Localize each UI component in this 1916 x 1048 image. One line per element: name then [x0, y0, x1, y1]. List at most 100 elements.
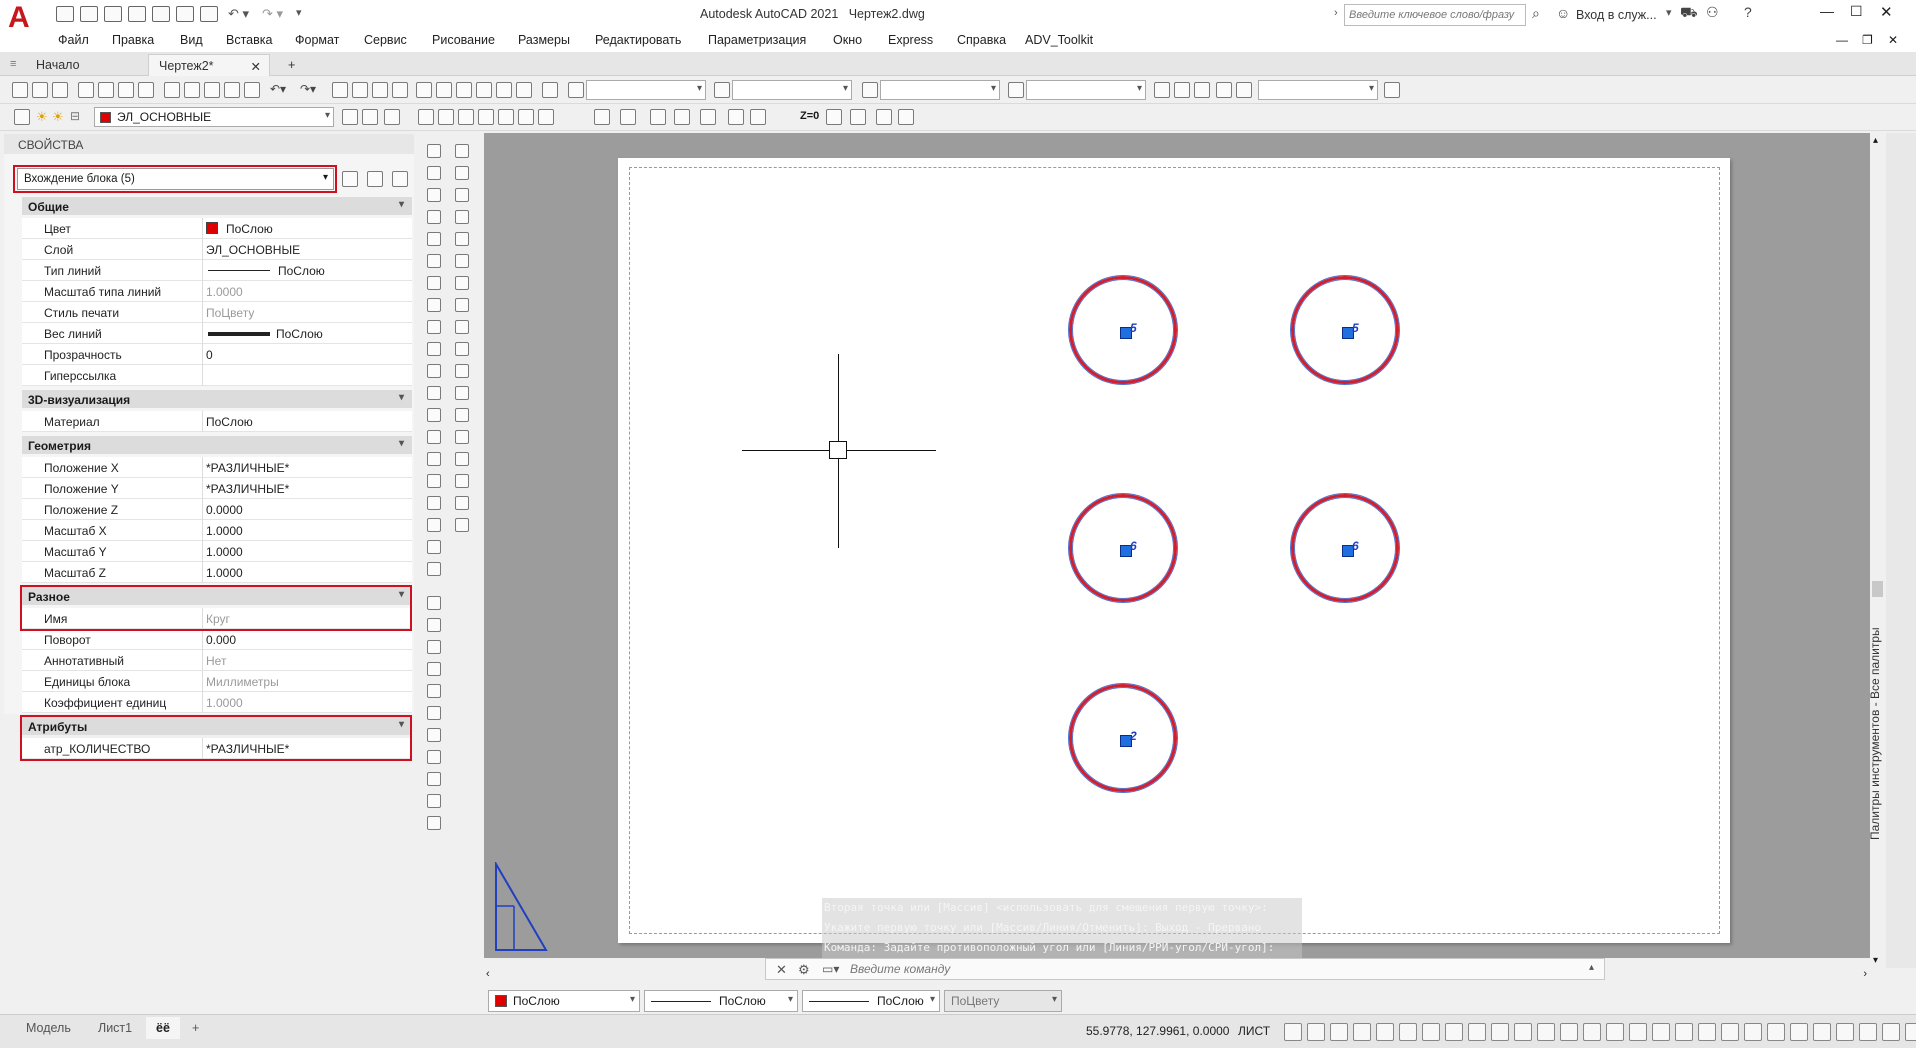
- modify-tool-8-icon[interactable]: [455, 298, 469, 312]
- draw-tool-10-icon[interactable]: [427, 342, 441, 356]
- scroll-up-icon[interactable]: ▴: [1873, 135, 1878, 146]
- dim-arc-icon[interactable]: [458, 109, 474, 125]
- section-geometry[interactable]: Геометрия ▾: [22, 436, 412, 454]
- property-value[interactable]: ПоСлою: [278, 264, 325, 278]
- tool-palettes-label[interactable]: Палитры инструментов - Все палитры: [1868, 627, 1882, 840]
- make-current-icon[interactable]: [342, 109, 358, 125]
- cart-icon[interactable]: ⛟: [1680, 4, 1698, 23]
- modify-tool-12-icon[interactable]: [455, 386, 469, 400]
- color-select[interactable]: ПоСлою: [488, 990, 640, 1012]
- block-attr-icon[interactable]: [850, 109, 866, 125]
- menu-edit[interactable]: Правка: [112, 33, 154, 47]
- infer-icon[interactable]: [1330, 1023, 1348, 1041]
- block-editor-icon[interactable]: [244, 82, 260, 98]
- modify-tool-5-icon[interactable]: [455, 232, 469, 246]
- property-value[interactable]: ЭЛ_ОСНОВНЫЕ: [206, 243, 300, 257]
- toggle-pickadd-icon[interactable]: [342, 171, 358, 187]
- layer-select[interactable]: ЭЛ_ОСНОВНЫЕ: [94, 107, 334, 127]
- menu-insert[interactable]: Вставка: [226, 33, 272, 47]
- dim-ordinate-icon[interactable]: [478, 109, 494, 125]
- add-leader-icon[interactable]: [1174, 82, 1190, 98]
- property-row[interactable]: Цвет ПоСлою: [22, 218, 412, 239]
- table-style-icon[interactable]: [862, 82, 878, 98]
- dim-tool-7-icon[interactable]: [427, 728, 441, 742]
- draw-tool-7-icon[interactable]: [427, 276, 441, 290]
- zoom-realtime-icon[interactable]: [352, 82, 368, 98]
- zoom-previous-icon[interactable]: [392, 82, 408, 98]
- doc-restore-icon[interactable]: ❐: [1862, 33, 1873, 47]
- object-type-select[interactable]: Вхождение блока (5) ▾: [17, 168, 334, 190]
- block-attr3-icon[interactable]: [898, 109, 914, 125]
- minimize-icon[interactable]: —: [1820, 3, 1834, 19]
- open-icon[interactable]: [32, 82, 48, 98]
- tab-layout1[interactable]: Лист1: [88, 1017, 142, 1039]
- print-icon[interactable]: [200, 6, 218, 22]
- plot-icon[interactable]: [728, 109, 744, 125]
- select-objects-icon[interactable]: [367, 171, 383, 187]
- multileader-icon[interactable]: [1154, 82, 1170, 98]
- modify-tool-18-icon[interactable]: [455, 518, 469, 532]
- auto-scale-icon[interactable]: [1675, 1023, 1693, 1041]
- property-row[interactable]: Масштаб X 1.0000: [22, 520, 412, 541]
- dim-tool-8-icon[interactable]: [427, 750, 441, 764]
- zoom-window-icon[interactable]: [372, 82, 388, 98]
- section-3d-viz[interactable]: 3D-визуализация ▾: [22, 390, 412, 408]
- text-style-icon[interactable]: [568, 82, 584, 98]
- close-icon[interactable]: ✕: [1880, 3, 1893, 21]
- calculator-icon[interactable]: [516, 82, 532, 98]
- save-icon[interactable]: [52, 82, 68, 98]
- help-icon[interactable]: [542, 82, 558, 98]
- dim-angular-icon[interactable]: [518, 109, 534, 125]
- file-menu-icon[interactable]: ≡: [10, 58, 16, 70]
- autocad-logo[interactable]: A: [8, 3, 34, 33]
- dim-style-icon[interactable]: [714, 82, 730, 98]
- draw-tool-1-icon[interactable]: [427, 144, 441, 158]
- collect-leader-icon[interactable]: [1236, 82, 1252, 98]
- layer-thaw-icon[interactable]: ☀: [52, 109, 64, 125]
- dim-tool-10-icon[interactable]: [427, 794, 441, 808]
- layer-properties-icon[interactable]: [14, 109, 30, 125]
- property-row[interactable]: Материал ПоСлою: [22, 411, 412, 432]
- modify-tool-11-icon[interactable]: [455, 364, 469, 378]
- dim-linear-icon[interactable]: [418, 109, 434, 125]
- pan-icon[interactable]: [332, 82, 348, 98]
- modify-tool-6-icon[interactable]: [455, 254, 469, 268]
- modify-tool-16-icon[interactable]: [455, 474, 469, 488]
- layer-on-icon[interactable]: ☀: [36, 109, 48, 125]
- tool-palettes-icon[interactable]: [456, 82, 472, 98]
- property-row[interactable]: Гиперссылка: [22, 365, 412, 386]
- property-row[interactable]: Аннотативный Нет: [22, 650, 412, 671]
- modify-tool-2-icon[interactable]: [455, 166, 469, 180]
- draw-tool-2-icon[interactable]: [427, 166, 441, 180]
- isolate-icon[interactable]: [1836, 1023, 1854, 1041]
- dynamic-ucs-icon[interactable]: [1583, 1023, 1601, 1041]
- scroll-down-icon[interactable]: ▾: [1873, 955, 1878, 966]
- modify-tool-15-icon[interactable]: [455, 452, 469, 466]
- new-icon[interactable]: [56, 6, 74, 22]
- draw-tool-13-icon[interactable]: [427, 408, 441, 422]
- property-row[interactable]: Положение X *РАЗЛИЧНЫЕ*: [22, 457, 412, 478]
- import-icon[interactable]: [152, 6, 170, 22]
- modify-tool-13-icon[interactable]: [455, 408, 469, 422]
- block-circle[interactable]: 2: [1069, 684, 1177, 792]
- scale-select[interactable]: [1258, 80, 1378, 100]
- tab-start[interactable]: Начало: [26, 54, 90, 76]
- draw-tool-5-icon[interactable]: [427, 232, 441, 246]
- property-row[interactable]: Положение Y *РАЗЛИЧНЫЕ*: [22, 478, 412, 499]
- dim-tool-5-icon[interactable]: [427, 684, 441, 698]
- export-icon[interactable]: [176, 6, 194, 22]
- property-row[interactable]: Коэффициент единиц 1.0000: [22, 692, 412, 713]
- lineweight-icon[interactable]: [1491, 1023, 1509, 1041]
- menu-format[interactable]: Формат: [295, 33, 339, 47]
- sheet-icon[interactable]: [620, 109, 636, 125]
- help-icon[interactable]: ?: [1744, 4, 1752, 20]
- design-center-icon[interactable]: [436, 82, 452, 98]
- undo-icon[interactable]: ↶ ▾: [228, 6, 249, 22]
- section-general[interactable]: Общие ▾: [22, 197, 412, 215]
- menu-express[interactable]: Express: [888, 33, 933, 47]
- draw-tool-16-icon[interactable]: [427, 474, 441, 488]
- scroll-left-icon[interactable]: ‹: [486, 968, 490, 980]
- draw-tool-12-icon[interactable]: [427, 386, 441, 400]
- osnap-track-icon[interactable]: [1445, 1023, 1463, 1041]
- modify-tool-9-icon[interactable]: [455, 320, 469, 334]
